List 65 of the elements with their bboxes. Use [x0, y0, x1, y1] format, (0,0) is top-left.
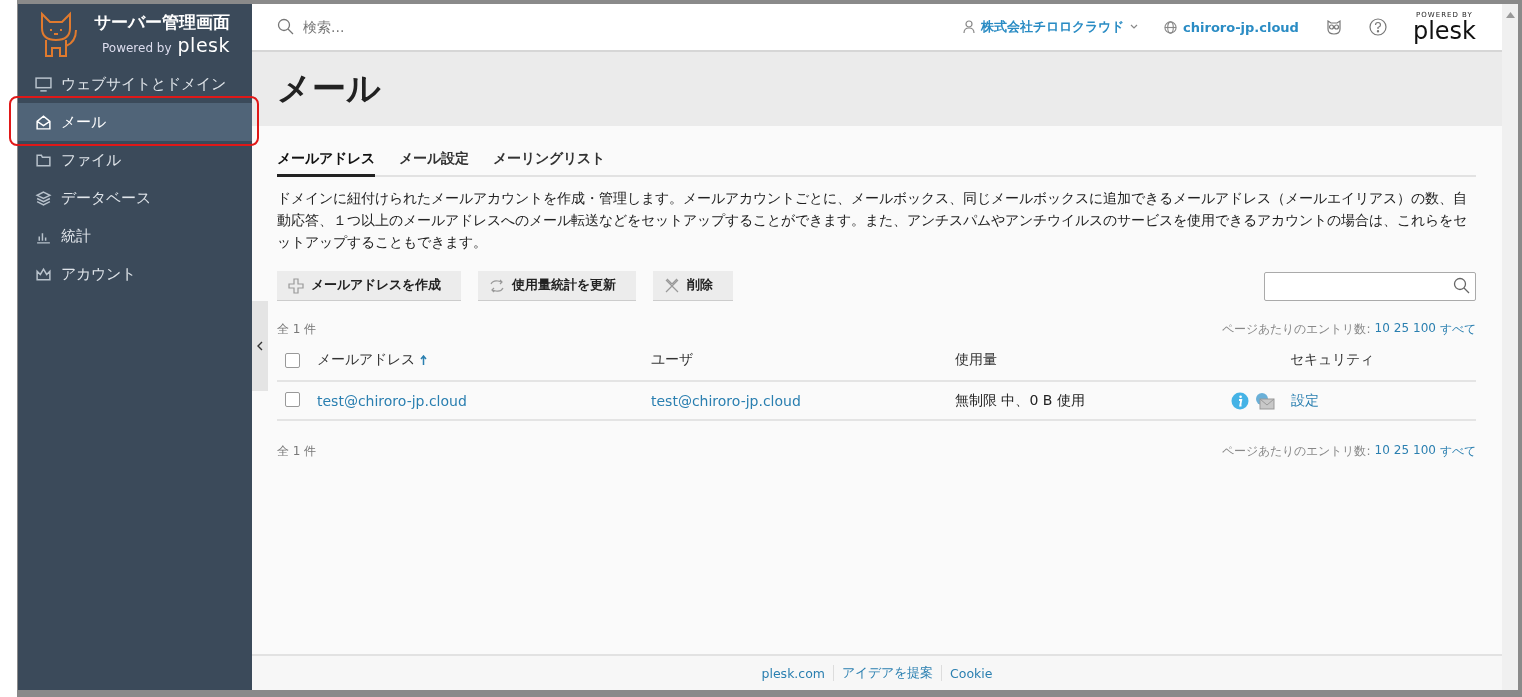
- toolbar-button[interactable]: メールアドレスを作成: [277, 271, 461, 301]
- email-link[interactable]: test@chiroro-jp.cloud: [317, 392, 467, 409]
- info-icon[interactable]: [1231, 391, 1249, 410]
- tab[interactable]: メール設定: [399, 150, 469, 177]
- per-page-label: ページあたりのエントリ数:: [1222, 443, 1371, 460]
- globe-icon: [1164, 20, 1178, 34]
- app-title: サーバー管理画面: [94, 11, 230, 34]
- nav-item[interactable]: アカウント: [18, 255, 252, 293]
- page-title: メール: [277, 67, 381, 110]
- envelope-icon: [35, 113, 52, 131]
- help-icon[interactable]: [1368, 18, 1387, 36]
- nav-item[interactable]: 統計: [18, 217, 252, 255]
- user-icon: [963, 20, 976, 34]
- column-header[interactable]: ユーザ: [651, 351, 693, 369]
- per-page-link[interactable]: 25: [1393, 443, 1410, 460]
- per-page-link[interactable]: すべて: [1440, 443, 1476, 460]
- brand-logo: plesk: [177, 34, 230, 56]
- tab[interactable]: メーリングリスト: [493, 150, 605, 177]
- account-menu[interactable]: 株式会社チロロクラウド: [963, 18, 1139, 36]
- nav-item[interactable]: メール: [18, 103, 252, 141]
- table-cell: 無制限 中、0 B 使用: [955, 391, 1085, 408]
- brand-logo: plesk: [1412, 18, 1476, 43]
- per-page-link[interactable]: 10: [1374, 443, 1390, 460]
- owl-icon[interactable]: [1324, 18, 1343, 36]
- toolbar-button[interactable]: 削除: [653, 271, 733, 301]
- per-page-label: ページあたりのエントリ数:: [1222, 321, 1371, 338]
- plus-icon: [287, 276, 305, 295]
- column-header[interactable]: 使用量: [955, 351, 997, 369]
- layers-icon: [35, 189, 52, 207]
- per-page-link[interactable]: すべて: [1440, 321, 1476, 338]
- powered-by-label: Powered by: [102, 41, 172, 55]
- search-icon: [1453, 277, 1471, 295]
- footer-link[interactable]: plesk.com: [761, 665, 826, 681]
- monitor-icon: [35, 75, 52, 93]
- scrollbar[interactable]: [1502, 4, 1518, 690]
- caret-icon: [1130, 24, 1139, 30]
- per-page-link[interactable]: 100: [1413, 443, 1436, 460]
- column-header[interactable]: メールアドレス: [317, 351, 415, 369]
- folder-icon: [35, 151, 52, 169]
- total-count: 全 1 件: [277, 443, 317, 460]
- filter-field[interactable]: [1264, 271, 1476, 301]
- nav-item[interactable]: ファイル: [18, 141, 252, 179]
- nav-item[interactable]: データベース: [18, 179, 252, 217]
- scroll-up-icon: [1505, 12, 1515, 18]
- domain-link[interactable]: chiroro-jp.cloud: [1164, 19, 1299, 35]
- column-header[interactable]: セキュリティ: [1290, 351, 1374, 369]
- search-icon: [277, 18, 295, 36]
- per-page-link[interactable]: 10: [1374, 321, 1390, 338]
- chevron-left-icon: [257, 341, 263, 351]
- per-page-link[interactable]: 100: [1413, 321, 1436, 338]
- close-icon: [663, 276, 681, 295]
- per-page-link[interactable]: 25: [1393, 321, 1410, 338]
- footer-link[interactable]: Cookie: [950, 665, 993, 681]
- total-count: 全 1 件: [277, 321, 317, 338]
- description-text: ドメインに紐付けられたメールアカウントを作成・管理します。メールアカウントごとに、メールボックス、同じメールボックスに追加できるメールアドレス（メールエイリアス）の数、自動応答、１つ以上のメールアドレスへのメール転送などをセットアップすることができます。また、アンチスパムやアンチウイルスのサービスを使用できるアカウントの場合は、これらをセットアップすることもできます。: [277, 189, 1468, 252]
- user-link[interactable]: test@chiroro-jp.cloud: [651, 392, 801, 409]
- settings-link[interactable]: 設定: [1291, 391, 1319, 410]
- mail-globe-icon[interactable]: [1255, 391, 1275, 410]
- tab[interactable]: メールアドレス: [277, 150, 375, 177]
- nav-item[interactable]: ウェブサイトとドメイン: [18, 65, 252, 103]
- crown-icon: [35, 265, 52, 283]
- footer-link[interactable]: アイデアを提案: [842, 664, 934, 682]
- toolbar-button[interactable]: 使用量統計を更新: [478, 271, 636, 301]
- row-checkbox[interactable]: [285, 391, 300, 407]
- select-all-checkbox[interactable]: [285, 352, 300, 368]
